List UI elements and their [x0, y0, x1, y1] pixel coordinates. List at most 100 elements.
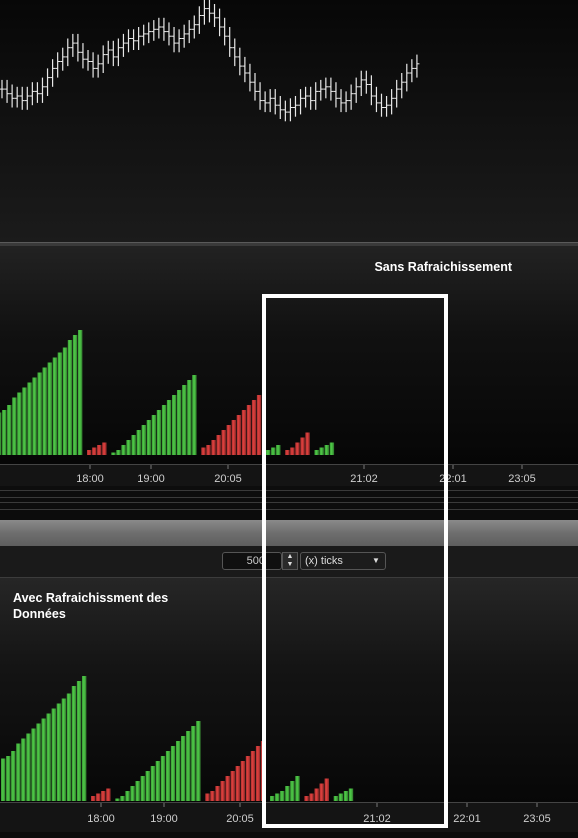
volume-bar-up — [196, 721, 201, 801]
volume-bar-up — [125, 791, 130, 801]
price-bar — [4, 79, 10, 103]
volume-bar-up — [7, 405, 12, 455]
volume-bar-down — [230, 771, 235, 801]
price-bar — [212, 4, 218, 27]
volume-bar-down — [216, 435, 221, 455]
price-bar — [384, 96, 390, 117]
price-bar — [39, 77, 45, 103]
volume-bar-up — [172, 395, 177, 455]
volume-bar-down — [210, 791, 215, 801]
price-bar — [318, 79, 324, 101]
price-bar — [201, 0, 207, 25]
volume-bar-up — [145, 771, 150, 801]
volume-bar-up — [56, 703, 62, 801]
volume-bar-up — [16, 743, 21, 801]
volume-bar-up — [136, 430, 141, 455]
volume-bar-down — [231, 420, 236, 455]
price-bar — [156, 17, 162, 39]
price-bar — [166, 22, 172, 46]
price-bar — [303, 86, 309, 108]
price-bar — [237, 47, 243, 76]
volume-bar-down — [97, 445, 102, 455]
price-bar — [404, 63, 410, 92]
price-bar — [186, 20, 192, 44]
volume-bar-down — [102, 442, 107, 455]
price-bar — [409, 59, 415, 83]
volume-bar-up — [141, 425, 146, 455]
price-bar — [9, 84, 15, 108]
chart-title-top: Sans Rafraichissement — [374, 260, 512, 274]
volume-bar-up — [11, 751, 16, 801]
price-bar — [65, 38, 71, 67]
price-bar — [298, 89, 304, 115]
volume-bar-up — [140, 776, 145, 801]
volume-bar-down — [91, 796, 96, 801]
volume-bar-up — [42, 367, 47, 455]
volume-bar-down — [241, 410, 247, 455]
volume-bar-up — [121, 445, 126, 455]
volume-bar-up — [32, 377, 37, 455]
volume-bar-up — [160, 756, 166, 801]
price-bar — [29, 82, 35, 106]
price-bar — [313, 82, 319, 110]
volume-bar-down — [96, 793, 101, 801]
price-bar — [176, 29, 182, 53]
volume-bar-down — [106, 788, 111, 801]
price-bar — [75, 33, 81, 62]
volume-bar-down — [246, 405, 252, 455]
axis-tick-label: 18:00 — [76, 473, 104, 485]
volume-bar-up — [22, 387, 27, 455]
price-bar — [323, 77, 329, 99]
volume-bar-up — [2, 410, 7, 455]
volume-bar-up — [0, 412, 2, 455]
price-bar — [358, 70, 364, 96]
volume-bar-up — [67, 340, 73, 455]
price-bar — [90, 52, 96, 78]
axis-tick-label: 19:00 — [137, 473, 165, 485]
volume-bar-down — [235, 766, 240, 801]
volume-bar-up — [150, 766, 156, 801]
price-bar — [80, 43, 86, 69]
price-bar — [171, 27, 177, 53]
price-bar — [151, 20, 157, 41]
volume-bar-up — [62, 347, 68, 455]
volume-bar-up — [181, 736, 186, 801]
price-bar — [343, 91, 349, 113]
price-bar — [267, 89, 273, 113]
volume-bar-up — [191, 726, 196, 801]
volume-bar-up — [31, 728, 36, 801]
volume-bar-up — [166, 400, 172, 455]
highlight-box — [262, 294, 448, 828]
price-bar — [95, 54, 101, 78]
axis-tick-label: 20:05 — [226, 813, 254, 825]
volume-bar-down — [201, 447, 206, 455]
volume-bar-up — [126, 440, 131, 455]
price-chart-panel[interactable] — [0, 0, 578, 242]
volume-bar-up — [187, 380, 192, 455]
price-bar — [242, 56, 248, 83]
volume-bar-up — [131, 435, 136, 455]
axis-tick-label: 19:00 — [150, 813, 178, 825]
price-bar — [181, 24, 187, 48]
price-bar — [120, 33, 126, 57]
volume-bar-down — [226, 425, 231, 455]
price-bar — [105, 40, 111, 64]
volume-bar-down — [251, 400, 257, 455]
volume-bar-up — [186, 731, 191, 801]
price-bar — [272, 89, 278, 115]
volume-bar-up — [47, 362, 52, 455]
price-bar — [389, 89, 395, 115]
price-bar — [115, 38, 121, 67]
volume-bar-up — [66, 693, 72, 801]
volume-bar-down — [255, 746, 261, 801]
price-bar — [373, 86, 379, 113]
volume-bar-up — [41, 718, 46, 801]
price-bar — [368, 75, 374, 106]
axis-tick-label: 20:05 — [214, 473, 242, 485]
volume-bar-up — [120, 796, 125, 801]
volume-bar-up — [161, 405, 167, 455]
volume-bar-up — [78, 330, 83, 455]
volume-bar-up — [46, 713, 51, 801]
price-bar — [232, 38, 238, 67]
price-bar — [110, 40, 116, 67]
